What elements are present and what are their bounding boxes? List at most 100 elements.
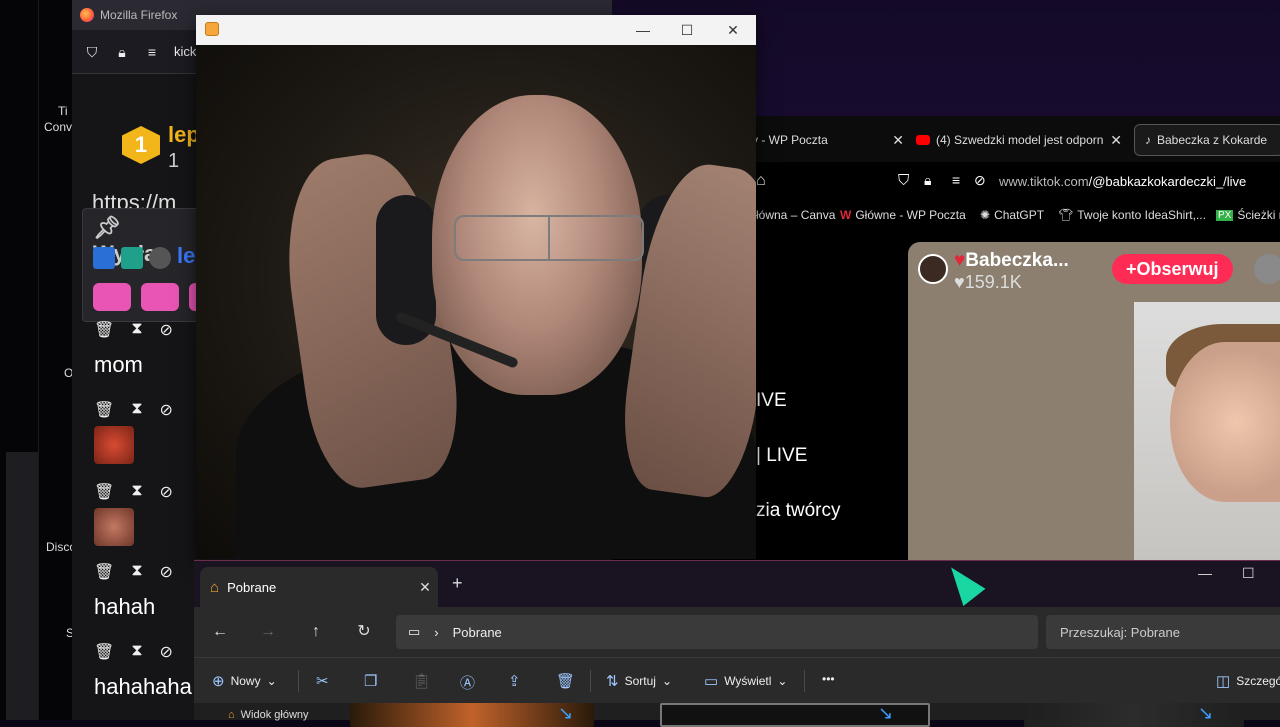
timeout-icon[interactable]: ⧗ xyxy=(131,400,142,420)
delete-icon[interactable]: 🗑︎ xyxy=(94,642,114,662)
back-icon[interactable]: ← xyxy=(208,620,232,644)
minimize-button[interactable]: — xyxy=(1198,565,1212,581)
delete-icon[interactable]: 🗑︎ xyxy=(94,400,114,420)
window-title: Mozilla Firefox xyxy=(100,8,178,22)
home-icon: ⌂ xyxy=(210,578,220,596)
minimize-button[interactable]: — xyxy=(628,19,658,41)
og-badge-icon xyxy=(121,247,143,269)
sort-label: Sortuj xyxy=(624,674,656,688)
cut-button[interactable]: ✂ xyxy=(316,672,329,690)
share-button[interactable]: ⇪ xyxy=(508,672,521,690)
likes-value: 159.1K xyxy=(964,272,1022,292)
tab-close-icon[interactable]: ✕ xyxy=(1110,132,1122,149)
share-icon[interactable] xyxy=(1254,254,1280,284)
bookmark-item[interactable]: łówna – Canva xyxy=(756,208,835,222)
forward-icon[interactable]: → xyxy=(256,620,280,644)
url-path: /@babkazkokardeczki_/live xyxy=(1088,174,1247,189)
browser-tab[interactable]: (4) Szwedzki model jest odporn ✕ xyxy=(916,124,1122,156)
desktop-label[interactable]: Conv xyxy=(44,120,72,134)
refresh-icon[interactable]: ↻ xyxy=(352,620,376,644)
permissions-icon[interactable]: ≡ xyxy=(144,44,160,60)
view-label: Wyświetl xyxy=(724,674,772,688)
shield-icon[interactable]: ⛉ xyxy=(898,172,909,189)
avatar[interactable] xyxy=(918,254,948,284)
desktop-label[interactable]: Ti xyxy=(58,104,68,118)
live-stream-player[interactable]: ♥Babeczka... ♥159.1K +Obserwuj xyxy=(908,242,1280,560)
delete-button[interactable]: 🗑︎ xyxy=(556,672,575,690)
close-button[interactable]: ✕ xyxy=(718,19,748,41)
pinned-message[interactable]: 📌︎ Wysłan le xyxy=(82,208,227,322)
ban-icon[interactable]: ⊘ xyxy=(160,320,173,340)
explorer-tabbar: ⌂ Pobrane ✕ + — ☐ xyxy=(194,561,1280,607)
more-button[interactable]: ••• xyxy=(822,672,835,686)
scissors-icon: ✂ xyxy=(316,673,329,690)
message-tools: 🗑︎ ⧗ ⊘ xyxy=(94,562,173,582)
up-icon[interactable]: ↑ xyxy=(304,620,328,644)
new-button[interactable]: ⊕ Nowy ⌄ xyxy=(212,672,277,690)
maximize-button[interactable]: ☐ xyxy=(672,19,702,41)
search-input[interactable]: Przeszukaj: Pobrane xyxy=(1046,615,1280,649)
explorer-tab[interactable]: ⌂ Pobrane ✕ xyxy=(200,567,438,607)
tab-close-icon[interactable]: ✕ xyxy=(412,579,438,596)
explorer-navbar: ← → ↑ ↻ ▭ › Pobrane Przeszukaj: Pobrane xyxy=(194,607,1280,657)
bookmark-item[interactable]: PXŚcieżki n xyxy=(1216,208,1280,222)
rename-button[interactable]: Ⓐ xyxy=(460,672,475,693)
emote-icon xyxy=(93,283,131,311)
divider xyxy=(38,0,39,720)
bookmark-item[interactable]: 👕︎ Twoje konto IdeaShirt,... xyxy=(1058,208,1206,222)
permissions-icon[interactable]: ≡ xyxy=(952,172,960,188)
message-tools: 🗑︎ ⧗ ⊘ xyxy=(94,642,173,662)
bookmark-item[interactable]: W Główne - WP Poczta xyxy=(840,208,966,222)
timeout-icon[interactable]: ⧗ xyxy=(131,320,142,340)
url-text[interactable]: www.tiktok.com/@babkazkokardeczki_/live xyxy=(999,174,1246,189)
maximize-button[interactable]: ☐ xyxy=(1242,565,1255,582)
video-frame[interactable] xyxy=(196,45,756,559)
delete-icon[interactable]: 🗑︎ xyxy=(94,320,114,340)
bookmark-item[interactable]: ✺ ChatGPT xyxy=(980,208,1044,222)
sidebar-menu-item[interactable]: zia twórcy xyxy=(756,500,840,522)
ban-icon[interactable]: ⊘ xyxy=(160,482,173,502)
lock-icon[interactable]: 🔒︎ xyxy=(924,172,931,189)
pinned-username[interactable]: le xyxy=(177,243,195,269)
copy-button[interactable]: ❐ xyxy=(364,672,377,690)
sidebar-menu-item[interactable]: | LIVE xyxy=(756,445,807,467)
chevron-right-icon[interactable]: › xyxy=(434,625,438,640)
delete-icon[interactable]: 🗑︎ xyxy=(94,562,114,582)
lock-icon[interactable]: 🔒︎ xyxy=(114,44,130,60)
paste-button[interactable]: 📋︎ xyxy=(412,672,431,690)
shortcut-arrow-icon: ↘ xyxy=(558,703,574,723)
new-tab-button[interactable]: + xyxy=(452,573,463,594)
details-button[interactable]: ◫ Szczegó xyxy=(1216,672,1280,690)
bookmark-label: Ścieżki n xyxy=(1237,208,1280,222)
chat-message: hahahaha xyxy=(94,674,192,699)
emote-icon xyxy=(141,283,179,311)
url-host: www.tiktok.com xyxy=(999,174,1089,189)
sidebar-menu-item[interactable]: IVE xyxy=(756,390,787,412)
shield-icon[interactable]: ⛉ xyxy=(84,44,100,60)
sort-button[interactable]: ⇅ Sortuj ⌄ xyxy=(606,672,672,690)
sort-icon: ⇅ xyxy=(606,673,619,690)
plus-circle-icon: ⊕ xyxy=(212,673,225,690)
follow-button[interactable]: +Obserwuj xyxy=(1112,254,1233,284)
timeout-icon[interactable]: ⧗ xyxy=(131,642,142,662)
delete-icon[interactable]: 🗑︎ xyxy=(94,482,114,502)
tab-close-icon[interactable]: ✕ xyxy=(892,132,904,149)
timeout-icon[interactable]: ⧗ xyxy=(131,562,142,582)
address-bar[interactable]: ▭ › Pobrane xyxy=(396,615,1038,649)
view-button[interactable]: ▭ Wyświetl ⌄ xyxy=(704,672,787,690)
browser-tab[interactable]: y - WP Poczta ✕ xyxy=(752,124,904,156)
browser-tab-active[interactable]: ♪ Babeczka z Kokarde xyxy=(1134,124,1280,156)
sidebar-item-home[interactable]: ⌂ Widok główny xyxy=(228,709,309,721)
ban-icon[interactable]: ⊘ xyxy=(160,562,173,582)
timeout-icon[interactable]: ⧗ xyxy=(131,482,142,502)
video-titlebar[interactable]: — ☐ ✕ xyxy=(196,15,756,45)
tab-label: Babeczka z Kokarde xyxy=(1157,133,1268,147)
bookmark-label: Główne - WP Poczta xyxy=(855,208,966,222)
breadcrumb[interactable]: Pobrane xyxy=(453,625,502,640)
home-icon[interactable]: ⌂ xyxy=(756,172,766,190)
camera-off-icon[interactable]: ⊘ xyxy=(974,172,986,189)
ban-icon[interactable]: ⊘ xyxy=(160,400,173,420)
streamer-name[interactable]: ♥Babeczka... xyxy=(954,250,1069,272)
explorer-toolbar: ⊕ Nowy ⌄ ✂ ❐ 📋︎ Ⓐ ⇪ 🗑︎ ⇅ Sortuj ⌄ ▭ Wyświetl ⌄… xyxy=(194,657,1280,703)
ban-icon[interactable]: ⊘ xyxy=(160,642,173,662)
